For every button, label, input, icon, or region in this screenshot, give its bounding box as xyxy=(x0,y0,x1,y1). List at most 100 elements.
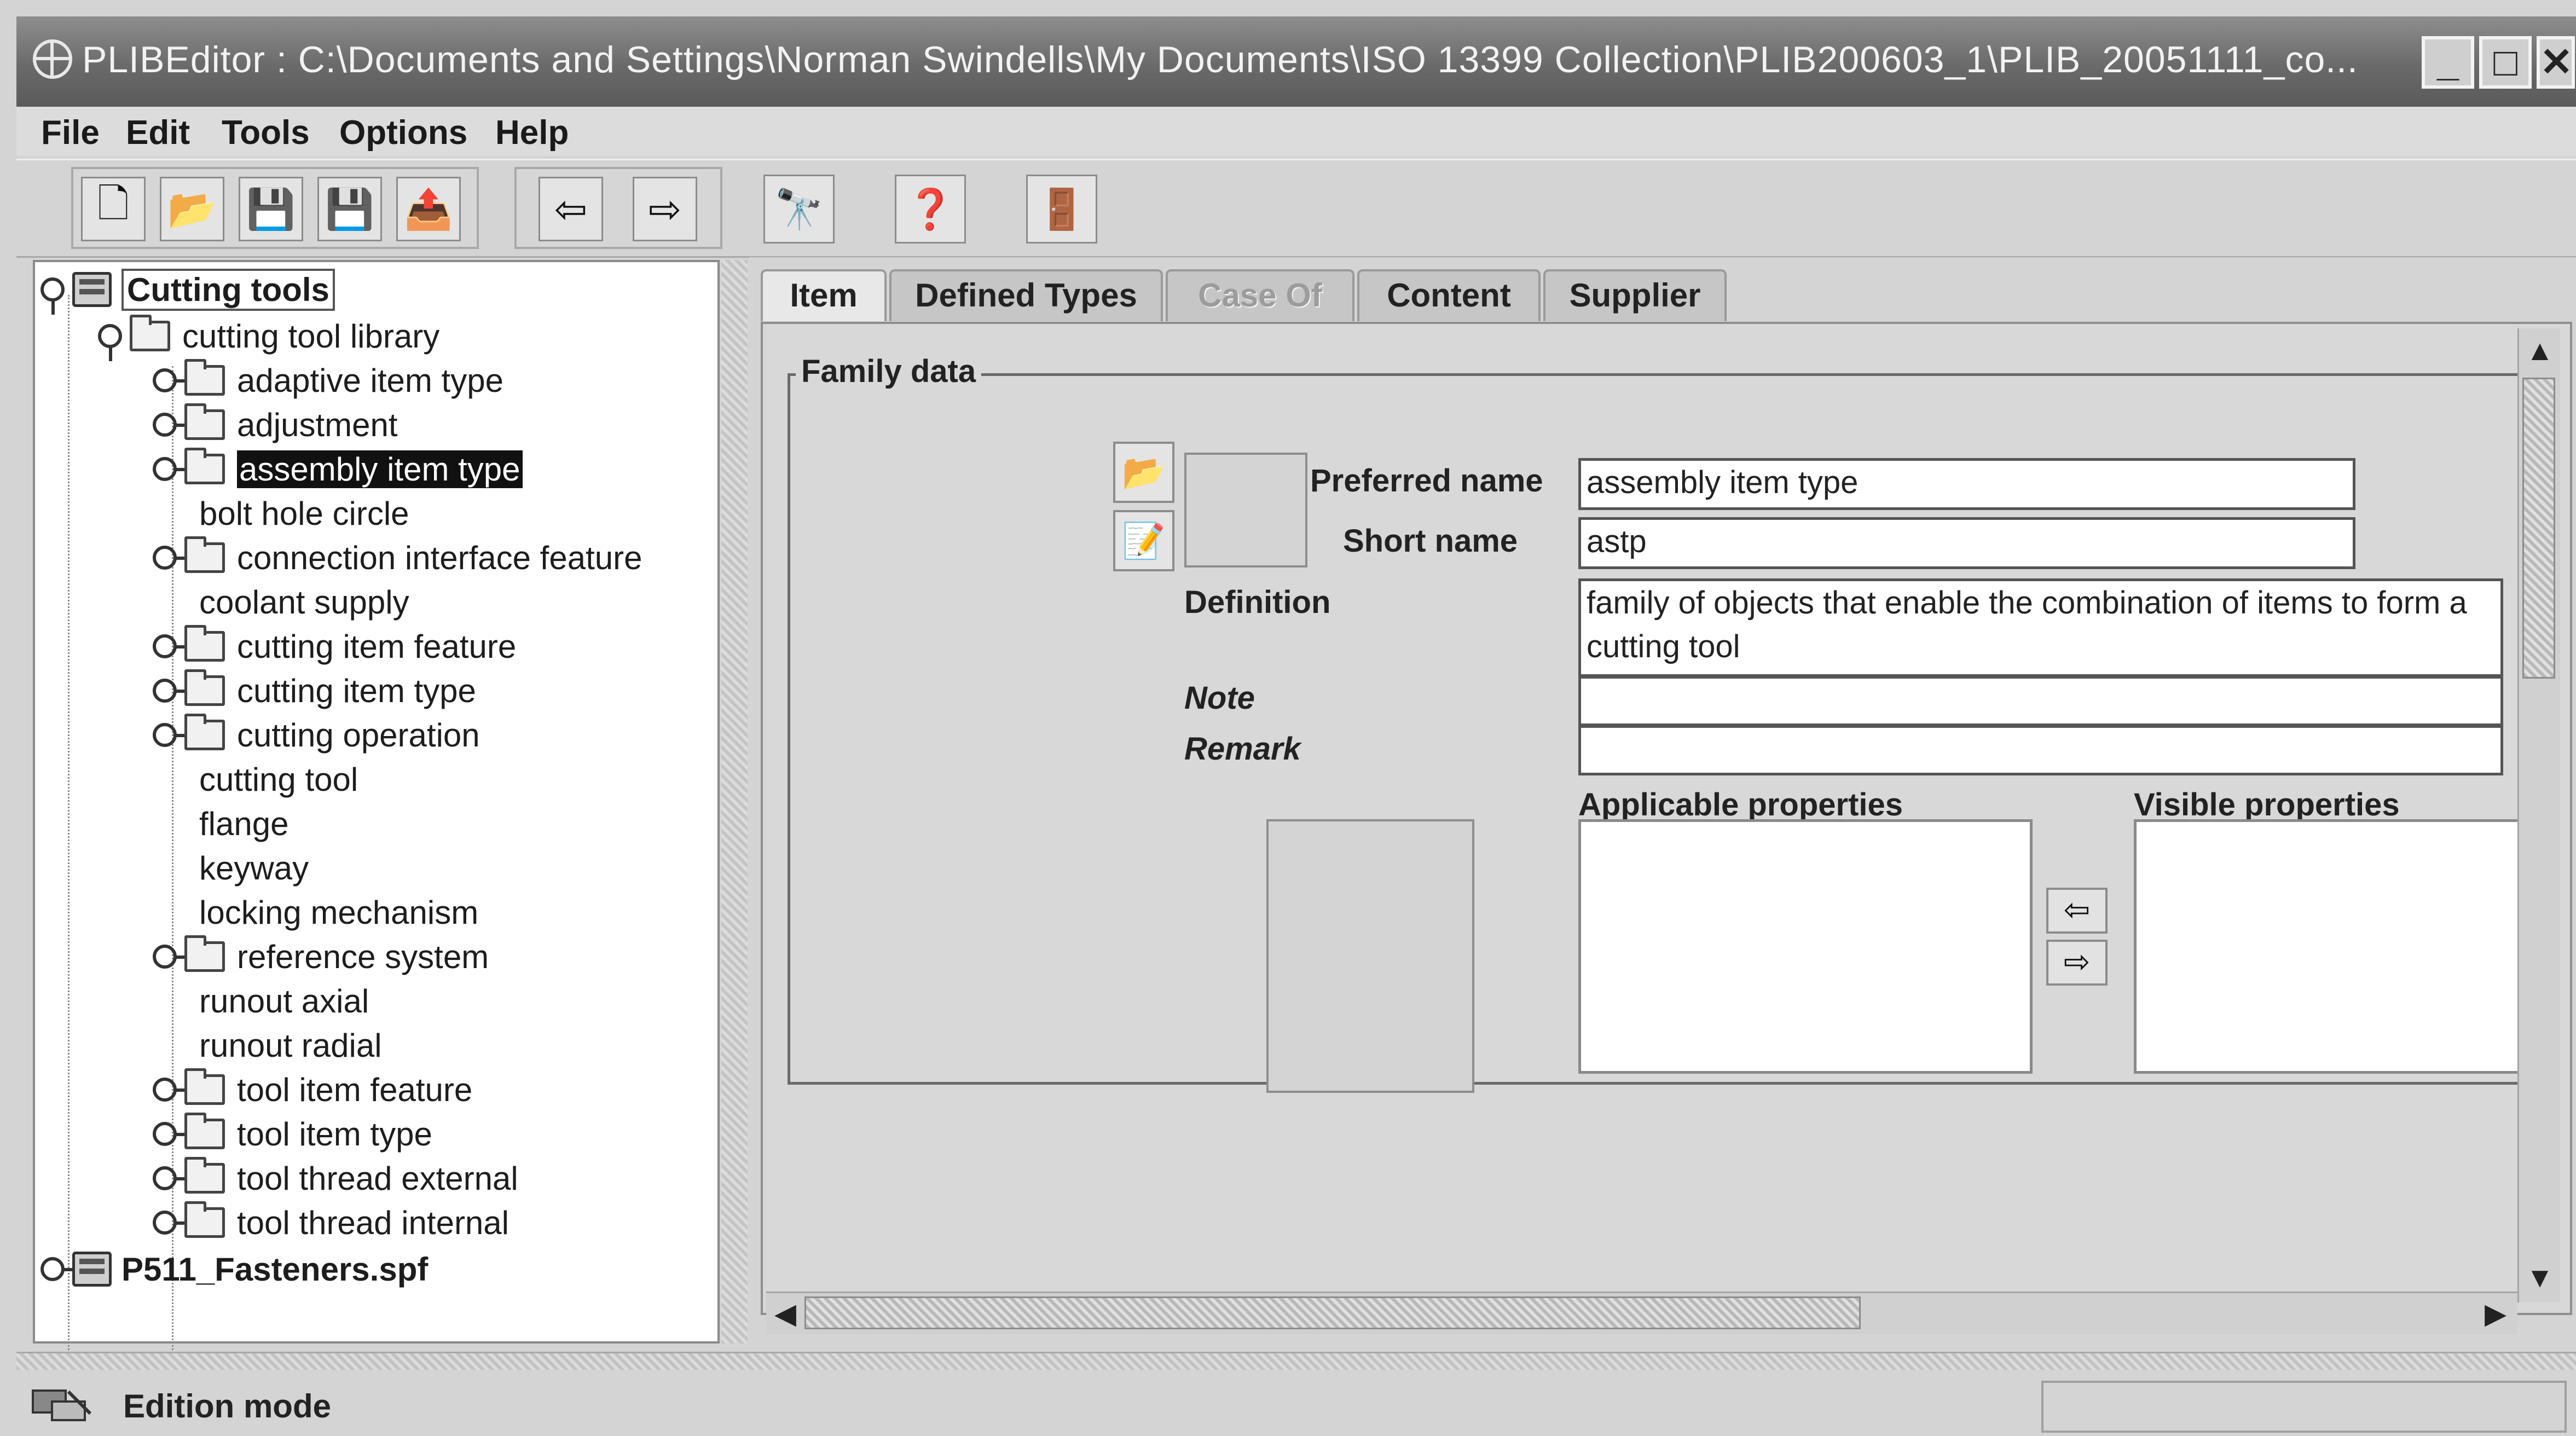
expand-icon[interactable] xyxy=(153,634,190,658)
scroll-down-icon[interactable]: ▼ xyxy=(2521,1259,2559,1297)
save-button[interactable]: 💾 xyxy=(239,177,303,241)
tree-item[interactable]: tool item feature xyxy=(153,1068,472,1111)
tree-panel[interactable]: Cutting tools cutting tool library adapt… xyxy=(33,260,720,1422)
exit-button[interactable]: 🚪 xyxy=(1026,175,1097,244)
new-button[interactable]: 🗋 xyxy=(81,177,146,241)
menu-options[interactable]: Options xyxy=(339,113,467,152)
expand-icon[interactable] xyxy=(153,945,190,969)
tree-node-root[interactable]: Cutting tools xyxy=(40,268,335,315)
menu-tools[interactable]: Tools xyxy=(222,113,310,152)
minimize-button[interactable]: _ xyxy=(2422,36,2474,89)
tree-item-label: connection interface feature xyxy=(237,539,642,576)
back-button[interactable]: ⇦ xyxy=(539,177,603,241)
tree-leaf[interactable]: runout axial xyxy=(199,979,369,1023)
save-as-icon: 💾 xyxy=(325,187,374,231)
panel-splitter[interactable] xyxy=(721,260,748,1344)
tree-leaf[interactable]: bolt hole circle xyxy=(199,491,409,535)
tree-leaf[interactable]: cutting tool xyxy=(199,757,358,801)
expand-icon[interactable] xyxy=(153,1166,190,1190)
tree-item[interactable]: cutting item type xyxy=(153,669,476,713)
tree-node-library[interactable]: cutting tool library xyxy=(98,314,440,361)
remark-field[interactable] xyxy=(1578,725,2503,775)
tab-case-of: Case Of xyxy=(1166,269,1354,321)
tree-leaf[interactable]: coolant supply xyxy=(199,580,409,624)
left-arrow-icon: ⇦ xyxy=(2063,892,2091,928)
expand-icon[interactable] xyxy=(40,1257,78,1281)
short-name-field[interactable]: astp xyxy=(1578,517,2355,569)
tree-item[interactable]: tool thread internal xyxy=(153,1201,509,1244)
tab-supplier[interactable]: Supplier xyxy=(1543,269,1727,321)
folder-icon xyxy=(184,625,225,662)
tree-library-label: cutting tool library xyxy=(182,317,440,355)
tab-item[interactable]: Item xyxy=(761,269,887,321)
export-icon: 📤 xyxy=(404,187,453,231)
tree-leaf-label: flange xyxy=(199,805,289,842)
menu-edit[interactable]: Edit xyxy=(126,113,190,152)
tree-item-selected[interactable]: assembly item type xyxy=(153,447,523,491)
scroll-right-icon[interactable]: ▶ xyxy=(2476,1295,2515,1333)
edit-mode-icon xyxy=(32,1389,92,1421)
maximize-icon: □ xyxy=(2493,40,2517,84)
expand-icon[interactable] xyxy=(153,679,190,703)
move-left-button[interactable]: ⇦ xyxy=(2046,888,2108,934)
minimize-icon: _ xyxy=(2436,40,2459,84)
tree-leaf[interactable]: flange xyxy=(199,802,288,846)
expand-icon[interactable] xyxy=(153,1078,190,1102)
tree-item[interactable]: reference system xyxy=(153,935,489,978)
help-button[interactable]: ❓ xyxy=(895,175,966,244)
horizontal-scrollbar[interactable]: ◀ ▶ xyxy=(766,1292,2517,1334)
move-right-button[interactable]: ⇨ xyxy=(2046,940,2108,986)
tree-item[interactable]: tool thread external xyxy=(153,1156,518,1200)
tree-item-label: reference system xyxy=(237,938,489,975)
tab-content[interactable]: Content xyxy=(1357,269,1541,321)
search-button[interactable]: 🔭 xyxy=(763,175,835,244)
tree-item[interactable]: connection interface feature xyxy=(153,536,642,580)
tree-item[interactable]: tool item type xyxy=(153,1112,432,1156)
tree-item[interactable]: cutting operation xyxy=(153,713,480,757)
window-title: PLIBEditor : C:\Documents and Settings\N… xyxy=(82,39,2358,80)
visible-properties-list[interactable] xyxy=(2134,819,2528,1074)
save-as-button[interactable]: 💾 xyxy=(317,177,382,241)
menu-help[interactable]: Help xyxy=(495,113,569,152)
definition-field[interactable]: family of objects that enable the combin… xyxy=(1578,578,2503,677)
edit-image-button[interactable]: 📝 xyxy=(1113,510,1174,571)
expand-icon[interactable] xyxy=(153,546,190,570)
tree-leaf[interactable]: keyway xyxy=(199,846,309,890)
scroll-up-icon[interactable]: ▲ xyxy=(2521,332,2559,370)
maximize-button[interactable]: □ xyxy=(2479,36,2532,89)
applicable-properties-list[interactable] xyxy=(1578,819,2033,1074)
expand-icon[interactable] xyxy=(153,457,190,481)
binoculars-icon: 🔭 xyxy=(774,187,824,231)
status-cell xyxy=(2041,1381,2567,1433)
tree-leaf[interactable]: locking mechanism xyxy=(199,890,478,934)
preferred-name-field[interactable]: assembly item type xyxy=(1578,458,2355,510)
menu-file[interactable]: File xyxy=(41,113,100,152)
tree-leaf[interactable]: runout radial xyxy=(199,1023,382,1067)
note-field[interactable] xyxy=(1578,676,2503,726)
tab-defined-types[interactable]: Defined Types xyxy=(889,269,1163,321)
expand-icon[interactable] xyxy=(153,368,190,392)
expand-icon[interactable] xyxy=(153,1211,190,1235)
open-image-button[interactable]: 📂 xyxy=(1113,442,1174,503)
vertical-scrollbar[interactable]: ▲ ▼ xyxy=(2517,328,2560,1302)
edit-icon: 📝 xyxy=(1122,520,1166,560)
open-button[interactable]: 📂 xyxy=(160,177,224,241)
close-button[interactable]: ✕ xyxy=(2537,36,2575,89)
tree-item[interactable]: cutting item feature xyxy=(153,624,516,668)
title-bar[interactable]: PLIBEditor : C:\Documents and Settings\N… xyxy=(16,16,2576,107)
scroll-left-icon[interactable]: ◀ xyxy=(766,1295,804,1333)
expand-icon[interactable] xyxy=(153,723,190,747)
tree-node-fasteners[interactable]: P511_Fasteners.spf xyxy=(40,1247,428,1291)
tree-root-label: Cutting tools xyxy=(121,268,335,311)
expand-icon[interactable] xyxy=(153,1122,190,1146)
expand-icon[interactable] xyxy=(153,413,190,437)
tree-item[interactable]: adjustment xyxy=(153,403,398,447)
horizontal-scroll-thumb[interactable] xyxy=(804,1296,1861,1329)
collapse-icon[interactable] xyxy=(40,277,65,315)
forward-button[interactable]: ⇨ xyxy=(633,177,697,241)
vertical-scroll-thumb[interactable] xyxy=(2522,378,2555,679)
globe-icon xyxy=(33,39,72,79)
tree-item[interactable]: adaptive item type xyxy=(153,358,503,402)
collapse-icon[interactable] xyxy=(98,324,122,361)
export-button[interactable]: 📤 xyxy=(396,177,461,241)
